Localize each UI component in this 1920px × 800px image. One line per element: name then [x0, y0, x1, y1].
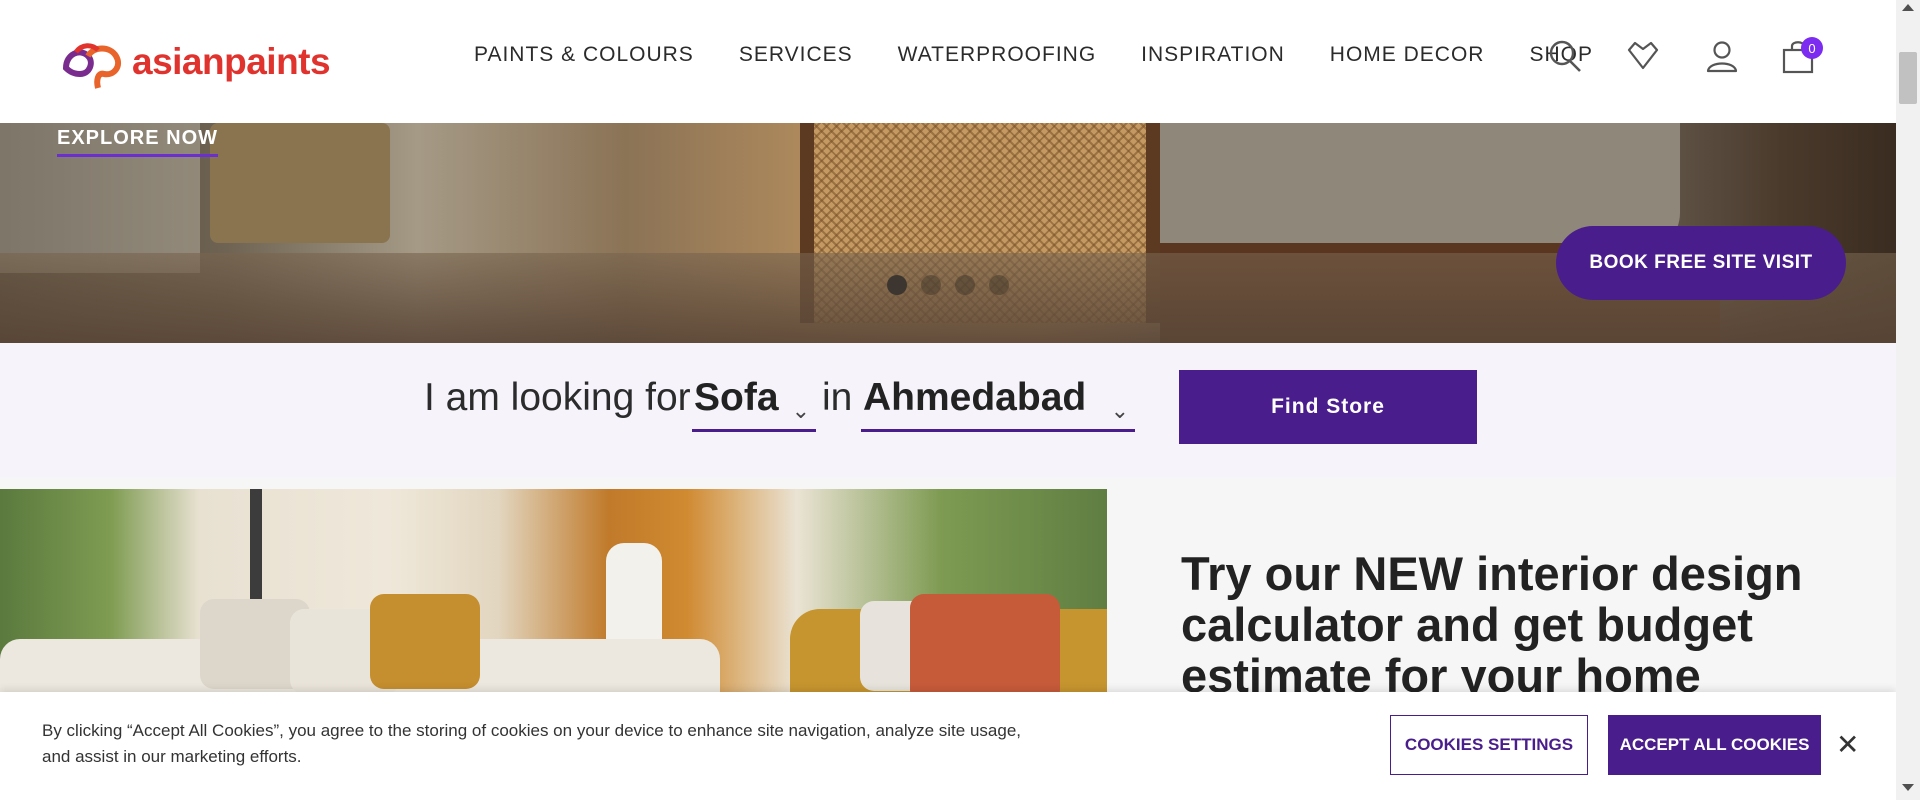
nav-inspiration[interactable]: INSPIRATION [1141, 43, 1285, 67]
search-icon[interactable] [1547, 38, 1583, 74]
cookie-consent-text: By clicking “Accept All Cookies”, you ag… [42, 721, 1021, 766]
category-select-value: Sofa [694, 376, 779, 419]
scrollbar-thumb[interactable] [1899, 52, 1917, 104]
promo-heading: Try our NEW interior design calculator a… [1181, 547, 1803, 702]
cart-count-badge: 0 [1801, 37, 1823, 59]
finder-prefix-text: I am looking for [424, 376, 691, 419]
cushion [910, 594, 1060, 704]
hero-chair-image [210, 123, 390, 243]
carousel-dot[interactable] [955, 275, 975, 295]
finder-connector-text: in [822, 376, 853, 419]
user-icon[interactable] [1704, 38, 1740, 74]
wishlist-icon[interactable] [1625, 38, 1661, 74]
nav-services[interactable]: SERVICES [739, 43, 853, 67]
carousel-dot[interactable] [887, 275, 907, 295]
cushion [370, 594, 480, 689]
scroll-up-arrow-icon[interactable] [1902, 4, 1914, 11]
cookies-settings-button[interactable]: COOKIES SETTINGS [1390, 715, 1588, 775]
explore-now-link[interactable]: EXPLORE NOW [57, 127, 219, 157]
scrollbar-track[interactable] [1896, 0, 1920, 800]
nav-home-decor[interactable]: HOME DECOR [1330, 43, 1485, 67]
category-select[interactable]: Sofa ⌄ [692, 372, 816, 432]
nav-paints-colours[interactable]: PAINTS & COLOURS [474, 43, 694, 67]
book-free-site-visit-button[interactable]: BOOK FREE SITE VISIT [1556, 226, 1846, 300]
chevron-down-icon: ⌄ [1110, 398, 1129, 423]
site-header: asianpaints PAINTS & COLOURS SERVICES WA… [0, 0, 1896, 123]
scroll-down-arrow-icon[interactable] [1902, 784, 1914, 791]
city-select[interactable]: Ahmedabad ⌄ [861, 372, 1135, 432]
logo-text: asianpaints [132, 41, 331, 82]
close-icon[interactable]: ✕ [1836, 728, 1859, 761]
city-select-value: Ahmedabad [863, 376, 1087, 419]
logo[interactable]: asianpaints [58, 34, 331, 90]
carousel-dot[interactable] [921, 275, 941, 295]
logo-mark-icon [62, 43, 122, 89]
carousel-dots [887, 275, 1009, 295]
accept-all-cookies-button[interactable]: ACCEPT ALL COOKIES [1608, 715, 1821, 775]
find-store-button[interactable]: Find Store [1179, 370, 1477, 444]
main-nav: PAINTS & COLOURS SERVICES WATERPROOFING … [474, 43, 1593, 67]
carousel-dot[interactable] [989, 275, 1009, 295]
nav-waterproofing[interactable]: WATERPROOFING [898, 43, 1097, 67]
chevron-down-icon: ⌄ [791, 398, 810, 423]
